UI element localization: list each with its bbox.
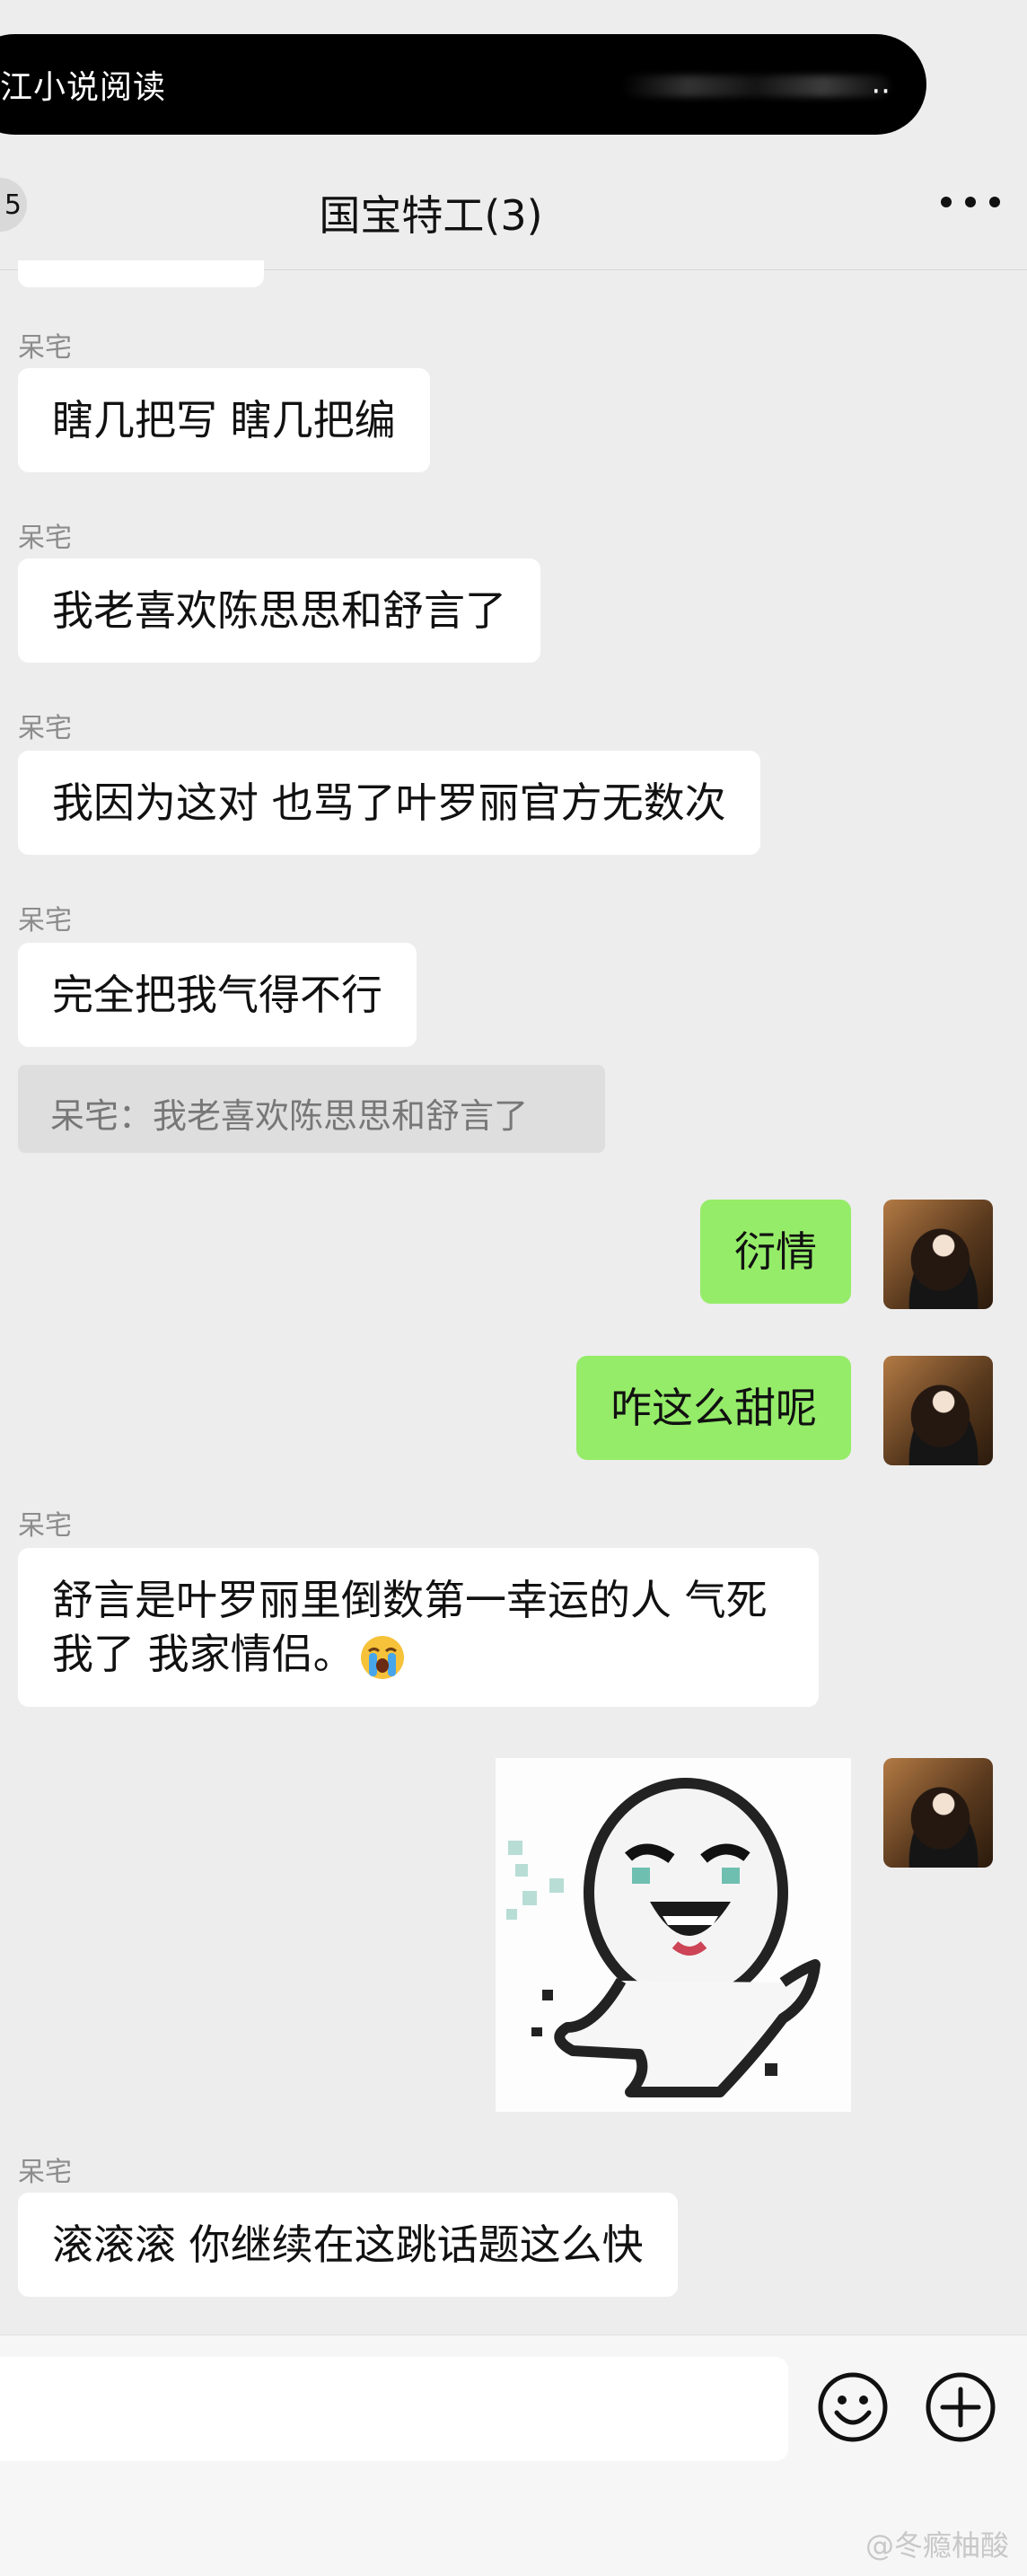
previous-message-bubble — [18, 260, 264, 287]
message-bubble[interactable]: 我老喜欢陈思思和舒言了 — [18, 558, 540, 663]
my-message-bubble[interactable]: 衍情 — [700, 1200, 851, 1304]
chat-title: 国宝特工(3) — [319, 191, 543, 240]
sender-name: 呆宅 — [18, 1510, 72, 1542]
message-bubble[interactable]: 滚滚滚 你继续在这跳话题这么快 — [18, 2193, 678, 2297]
my-avatar[interactable] — [883, 1200, 993, 1309]
sender-name: 呆宅 — [18, 332, 72, 364]
notification-blurred-content — [621, 75, 891, 97]
message-bubble[interactable]: 瞎几把写 瞎几把编 — [18, 368, 430, 472]
notification-banner[interactable]: 江小说阅读 ·· — [0, 34, 926, 135]
message-bubble[interactable]: 我因为这对 也骂了叶罗丽官方无数次 — [18, 751, 760, 855]
quoted-reply[interactable]: 呆宅：我老喜欢陈思思和舒言了 — [18, 1065, 605, 1153]
message-bubble[interactable]: 舒言是叶罗丽里倒数第一幸运的人 气死我了 我家情侣。 — [18, 1548, 819, 1707]
crying-face-icon — [360, 1635, 404, 1679]
more-icon[interactable] — [941, 189, 1000, 215]
plus-icon[interactable] — [925, 2371, 996, 2443]
notification-more: ·· — [871, 74, 891, 110]
notification-text: 江小说阅读 — [0, 69, 167, 106]
message-input[interactable] — [0, 2357, 788, 2461]
laughing-ghost-sticker[interactable] — [496, 1758, 851, 2112]
message-text: 舒言是叶罗丽里倒数第一幸运的人 气死我了 我家情侣。 — [52, 1576, 768, 1678]
message-bubble[interactable]: 完全把我气得不行 — [18, 943, 417, 1047]
chat-header: 5 国宝特工(3) — [0, 144, 1027, 270]
my-message-bubble[interactable]: 咋这么甜呢 — [576, 1356, 851, 1460]
my-avatar[interactable] — [883, 1758, 993, 1868]
sender-name: 呆宅 — [18, 523, 72, 554]
sender-name: 呆宅 — [18, 2157, 72, 2188]
sender-name: 呆宅 — [18, 905, 72, 936]
weibo-watermark: @冬瘾柚酸 — [865, 2528, 1009, 2563]
sender-name: 呆宅 — [18, 713, 72, 744]
emoji-icon[interactable] — [817, 2371, 889, 2443]
my-avatar[interactable] — [883, 1356, 993, 1465]
